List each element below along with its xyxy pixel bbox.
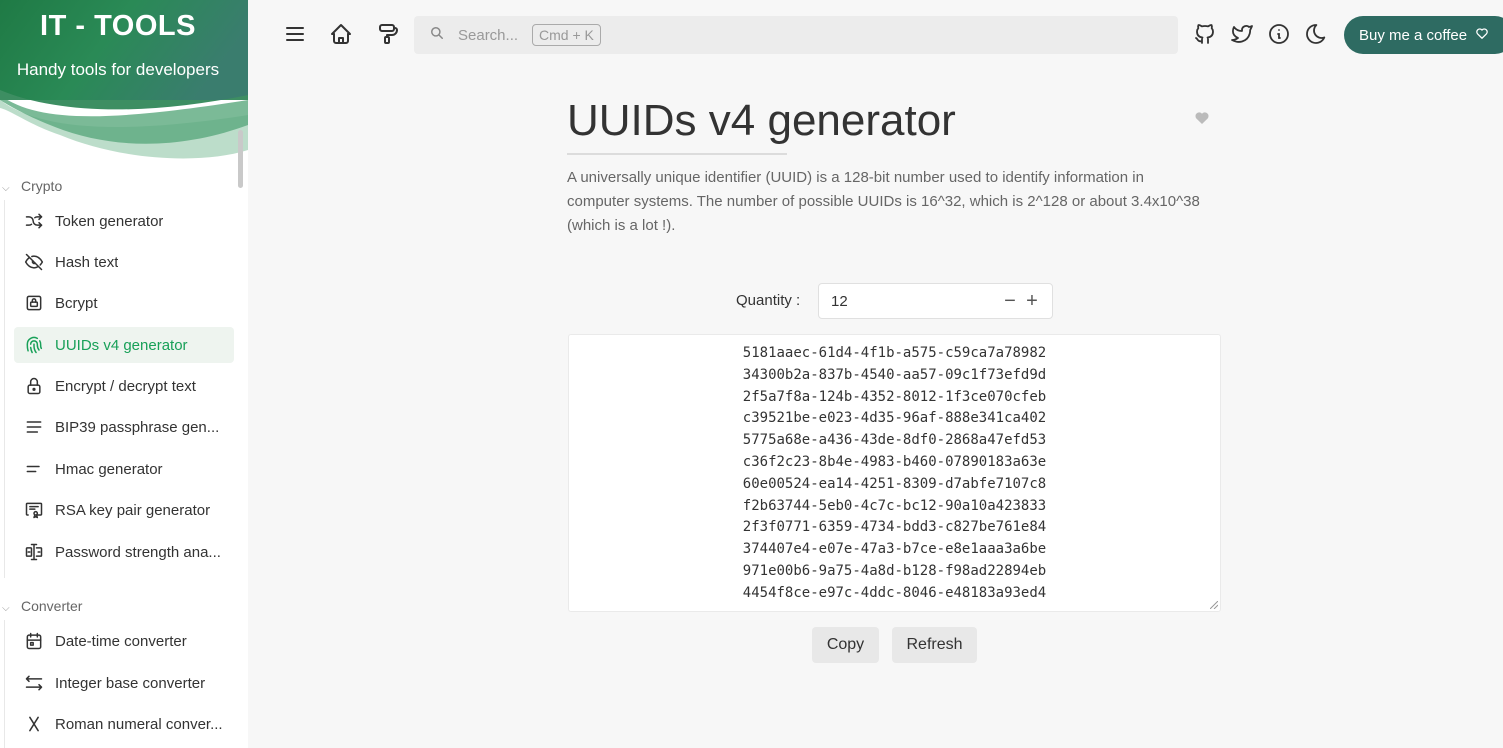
sidebar-item-label: BIP39 passphrase gen...	[55, 418, 220, 436]
sidebar-item-label: Encrypt / decrypt text	[55, 377, 196, 395]
title-divider	[567, 153, 787, 155]
sidebar-item-label: Hmac generator	[55, 460, 163, 478]
uuid-line: 5181aaec-61d4-4f1b-a575-c59ca7a78982	[742, 345, 1047, 361]
quantity-stepper[interactable]: 12 − +	[818, 283, 1053, 319]
sidebar-item-label: UUIDs v4 generator	[55, 336, 188, 354]
uuid-line: c39521be-e023-4d35-96af-888e341ca402	[742, 410, 1047, 427]
moon-icon[interactable]	[1302, 20, 1330, 48]
search-input[interactable]: Search... Cmd + K	[414, 16, 1178, 54]
heart-icon	[1475, 26, 1489, 44]
plus-icon[interactable]: +	[1022, 290, 1042, 312]
uuid-line: 2f5a7f8a-124b-4352-8012-1f3ce070cfeb	[742, 388, 1047, 405]
sidebar-item-hmac-generator[interactable]: Hmac generator	[14, 451, 234, 487]
paint-brush-icon[interactable]	[373, 20, 401, 48]
shuffle-icon	[23, 210, 45, 232]
github-icon[interactable]	[1191, 20, 1219, 48]
uuid-line: c36f2c23-8b4e-4983-b460-07890183a63e	[742, 453, 1047, 470]
short-text-icon	[23, 458, 45, 480]
sidebar-item-label: Password strength ana...	[55, 543, 221, 561]
sidebar-item-bcrypt[interactable]: Bcrypt	[14, 285, 234, 321]
copy-button[interactable]: Copy	[812, 627, 879, 663]
sidebar: IT - TOOLS Handy tools for developers ⌵ C…	[0, 0, 248, 748]
buy-me-a-coffee-button[interactable]: Buy me a coffee	[1344, 16, 1503, 54]
minus-icon[interactable]: −	[1000, 290, 1020, 312]
sidebar-item-label: Hash text	[55, 253, 119, 271]
sidebar-item-uuids-v4-generator[interactable]: UUIDs v4 generator	[14, 327, 234, 363]
quantity-value[interactable]: 12	[831, 293, 1000, 310]
chevron-down-icon: ⌵	[2, 183, 10, 194]
coffee-label: Buy me a coffee	[1359, 26, 1468, 44]
calendar-icon	[23, 630, 45, 652]
sidebar-item-label: Bcrypt	[55, 294, 98, 312]
sidebar-item-label: Integer base converter	[55, 674, 206, 692]
sidebar-item-hash-text[interactable]: Hash text	[14, 244, 234, 280]
sidebar-item-label: Token generator	[55, 212, 164, 230]
refresh-button[interactable]: Refresh	[892, 627, 977, 663]
uuid-line: 971e00b6-9a75-4a8d-b128-f98ad22894eb	[742, 562, 1047, 579]
uuid-output-textarea[interactable]: 5181aaec-61d4-4f1b-a575-c59ca7a78982 3430…	[568, 334, 1221, 612]
sidebar-item-rsa-key-pair[interactable]: RSA key pair generator	[14, 492, 234, 528]
twitter-icon[interactable]	[1228, 20, 1256, 48]
home-icon[interactable]	[327, 20, 355, 48]
align-justified-icon	[23, 416, 45, 438]
resize-handle-icon[interactable]	[1210, 601, 1218, 609]
sidebar-item-password-strength[interactable]: Password strength ana...	[14, 534, 234, 570]
section-converter[interactable]: ⌵ Converter	[0, 598, 82, 614]
quantity-label: Quantity :	[736, 292, 801, 309]
search-icon	[430, 26, 444, 45]
sidebar-item-integer-base-converter[interactable]: Integer base converter	[14, 665, 234, 701]
search-shortcut: Cmd + K	[532, 24, 601, 46]
sidebar-item-encrypt-decrypt-text[interactable]: Encrypt / decrypt text	[14, 368, 234, 404]
nav-divider	[4, 200, 5, 578]
uuid-line: 374407e4-e07e-47a3-b7ce-e8e1aaa3a6be	[742, 541, 1047, 558]
sidebar-item-roman-numeral-converter[interactable]: Roman numeral conver...	[14, 706, 234, 742]
menu-icon[interactable]	[281, 20, 309, 48]
app-title[interactable]: IT - TOOLS	[0, 10, 236, 43]
sidebar-item-date-time-converter[interactable]: Date-time converter	[14, 623, 234, 659]
uuid-line: 5775a68e-a436-43de-8df0-2868a47efd53	[742, 432, 1047, 449]
uuid-line: 2f3f0771-6359-4734-bdd3-c827be761e84	[742, 519, 1047, 536]
nav-divider	[4, 620, 5, 748]
uuid-line: 4454f8ce-e97c-4ddc-8046-e48183a93ed4	[742, 584, 1047, 601]
uuid-line: 34300b2a-837b-4540-aa57-09c1f73efd9d	[742, 366, 1047, 383]
letter-x-icon	[23, 713, 45, 735]
password-icon	[23, 541, 45, 563]
sidebar-item-bip39-passphrase[interactable]: BIP39 passphrase gen...	[14, 409, 234, 445]
app-subtitle: Handy tools for developers	[16, 60, 220, 79]
arrows-left-right-icon	[23, 672, 45, 694]
section-crypto[interactable]: ⌵ Crypto	[0, 178, 62, 194]
eye-off-icon	[23, 251, 45, 273]
info-icon[interactable]	[1265, 20, 1293, 48]
favorite-heart-icon[interactable]	[1194, 110, 1214, 130]
sidebar-item-label: Roman numeral conver...	[55, 715, 223, 733]
page-title: UUIDs v4 generator	[567, 96, 956, 145]
tool-description: A universally unique identifier (UUID) i…	[567, 169, 1200, 234]
section-label: Crypto	[21, 178, 63, 194]
lock-square-icon	[23, 292, 45, 314]
sidebar-scrollbar[interactable]	[238, 130, 243, 188]
lock-open-icon	[23, 375, 45, 397]
section-label: Converter	[21, 598, 83, 614]
sidebar-item-label: Date-time converter	[55, 632, 187, 650]
sidebar-hero: IT - TOOLS Handy tools for developers	[0, 0, 248, 165]
search-placeholder: Search...	[458, 26, 519, 44]
sidebar-item-token-generator[interactable]: Token generator	[14, 203, 234, 239]
chevron-down-icon: ⌵	[2, 603, 10, 614]
uuid-line: 60e00524-ea14-4251-8309-d7abfe7107c8	[742, 475, 1047, 492]
uuid-line: f2b63744-5eb0-4c7c-bc12-90a10a423833	[742, 497, 1047, 514]
sidebar-item-label: RSA key pair generator	[55, 501, 211, 519]
certificate-icon	[23, 499, 45, 521]
uuid-list: 5181aaec-61d4-4f1b-a575-c59ca7a78982 3430…	[569, 343, 1220, 605]
fingerprint-icon	[23, 334, 45, 356]
